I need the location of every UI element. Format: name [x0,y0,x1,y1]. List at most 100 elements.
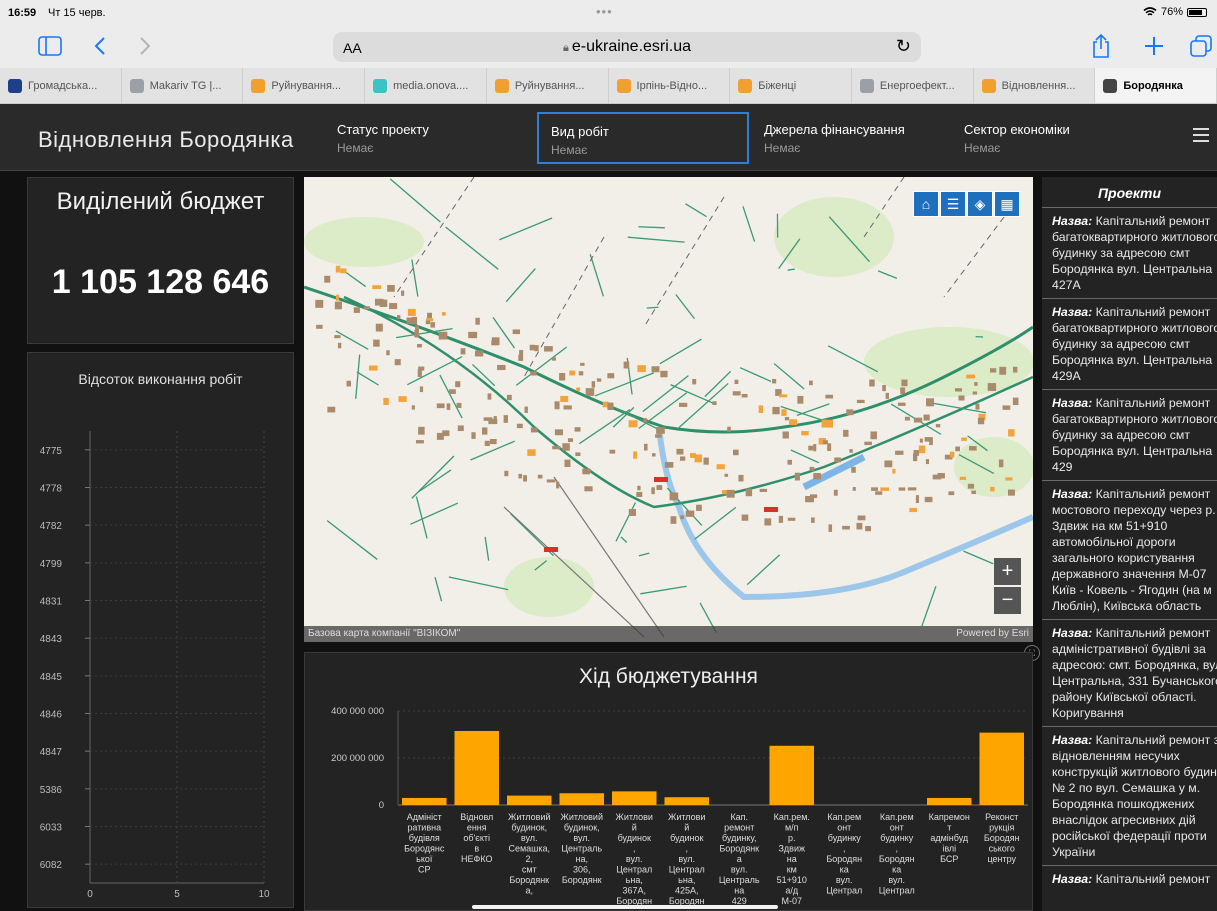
building [363,306,370,310]
address-bar[interactable]: AA 🔒︎ e-ukraine.esri.ua ↻ [333,32,921,62]
building [455,381,461,388]
building [849,449,853,453]
browser-tab[interactable]: Енергоефект... [852,68,974,103]
project-item[interactable]: Назва: Капітальний ремонт багатоквартирн… [1042,389,1217,480]
sidebar-icon[interactable] [38,36,62,56]
progress-chart: 4775 4778 4782 4799 4831 4843 4845 4846 4847 5386… [40,431,270,900]
browser-tab[interactable]: Руйнування... [487,68,609,103]
street [638,392,688,429]
building [651,487,655,495]
building [732,391,741,396]
legend-icon[interactable]: ☰ [940,191,966,217]
filter-funding-source[interactable]: Джерела фінансування Немає [752,112,952,164]
building [864,441,872,446]
favicon-icon [129,78,144,93]
building [489,439,497,445]
reload-icon[interactable]: ↻ [896,36,911,57]
building [870,431,877,440]
street [627,236,685,243]
x-tick-label: Кап. ремонт будинку, Бородянк а вул. Централь н… [719,812,760,906]
browser-tab[interactable]: Бородянка [1095,68,1217,103]
project-name-label: Назва: [1052,487,1093,501]
browser-tab[interactable]: Громадська... [0,68,122,103]
map-canvas[interactable] [304,177,1033,642]
esri-credit[interactable]: Powered by Esri [956,628,1029,639]
building [582,468,591,473]
favicon-icon [616,78,631,93]
building [809,466,815,471]
multitask-dots-icon[interactable]: ••• [596,4,613,19]
forward-icon[interactable] [139,36,151,56]
building [387,284,395,292]
bar[interactable] [769,745,815,805]
layers-icon[interactable]: ◈ [967,191,993,217]
browser-tab[interactable]: Відновлення... [974,68,1096,103]
favicon-icon [859,78,874,93]
project-name-label: Назва: [1052,733,1093,747]
project-item[interactable]: Назва: Капітальний ремонт [1042,865,1217,892]
home-indicator[interactable] [472,905,778,909]
bar[interactable] [559,793,605,805]
browser-tab[interactable]: Біженці [730,68,852,103]
building [386,350,390,356]
bar[interactable] [507,795,552,805]
bar[interactable] [979,732,1025,805]
filter-work-type[interactable]: Вид робіт Немає [537,112,749,164]
building [794,472,800,481]
building [919,438,923,443]
street [594,372,655,397]
bar[interactable] [454,730,500,805]
project-item[interactable]: Назва: Капітальний ремонт мостового пере… [1042,480,1217,619]
damaged-building[interactable] [764,507,778,512]
map-view[interactable]: ⌂ ☰ ◈ ▦ + − Базова карта компанії "ВІЗІК… [304,177,1033,642]
bar[interactable] [927,797,972,805]
building [315,299,324,308]
menu-icon[interactable] [1193,128,1209,146]
share-icon[interactable] [1091,33,1111,59]
building [656,427,665,434]
filter-value: Немає [551,143,588,157]
project-item[interactable]: Назва: Капітальний ремонт адміністративн… [1042,619,1217,726]
bar[interactable] [612,791,657,805]
building [651,366,660,373]
project-item[interactable]: Назва: Капітальний ремонт з відновленням… [1042,726,1217,865]
y-tick-label: 4782 [40,521,63,532]
home-icon[interactable]: ⌂ [913,191,939,217]
project-item[interactable]: Назва: Капітальний ремонт багатоквартирн… [1042,298,1217,389]
damaged-building[interactable] [654,477,668,482]
street [638,226,665,229]
browser-tab[interactable]: Руйнування... [243,68,366,103]
street [790,449,819,464]
basemap-gallery-icon[interactable]: ▦ [994,191,1020,217]
bar[interactable] [664,797,710,805]
street [445,226,499,270]
building [923,414,930,421]
building [865,525,872,532]
zoom-out-button[interactable]: − [994,587,1021,614]
damaged-building[interactable] [544,547,558,552]
project-item[interactable]: Назва: Капітальний ремонт багатоквартирн… [1042,207,1217,298]
new-tab-icon[interactable] [1144,36,1164,56]
browser-tab[interactable]: Makariv TG |... [122,68,244,103]
app-header: Відновлення Бородянка Статус проекту Нем… [0,104,1217,171]
filter-economy-sector[interactable]: Сектор економіки Немає [952,112,1152,164]
zoom-in-button[interactable]: + [994,558,1021,585]
map-toolbar: ⌂ ☰ ◈ ▦ [913,191,1020,217]
tabs-overview-icon[interactable] [1190,35,1212,57]
building [694,454,702,463]
building [316,324,323,329]
filter-project-status[interactable]: Статус проекту Немає [325,112,525,164]
y-tick-label: 5386 [40,785,63,796]
building [915,495,919,504]
building [926,398,935,407]
y-tick-label: 200 000 000 [331,753,384,764]
building [389,303,398,310]
browser-tab[interactable]: Ірпінь-Відно... [609,68,731,103]
browser-tab[interactable]: media.onova.... [365,68,487,103]
bar[interactable] [402,797,447,805]
building [417,369,422,377]
building [416,343,422,348]
back-icon[interactable] [94,36,106,56]
building [664,462,674,468]
park-area [304,217,424,267]
